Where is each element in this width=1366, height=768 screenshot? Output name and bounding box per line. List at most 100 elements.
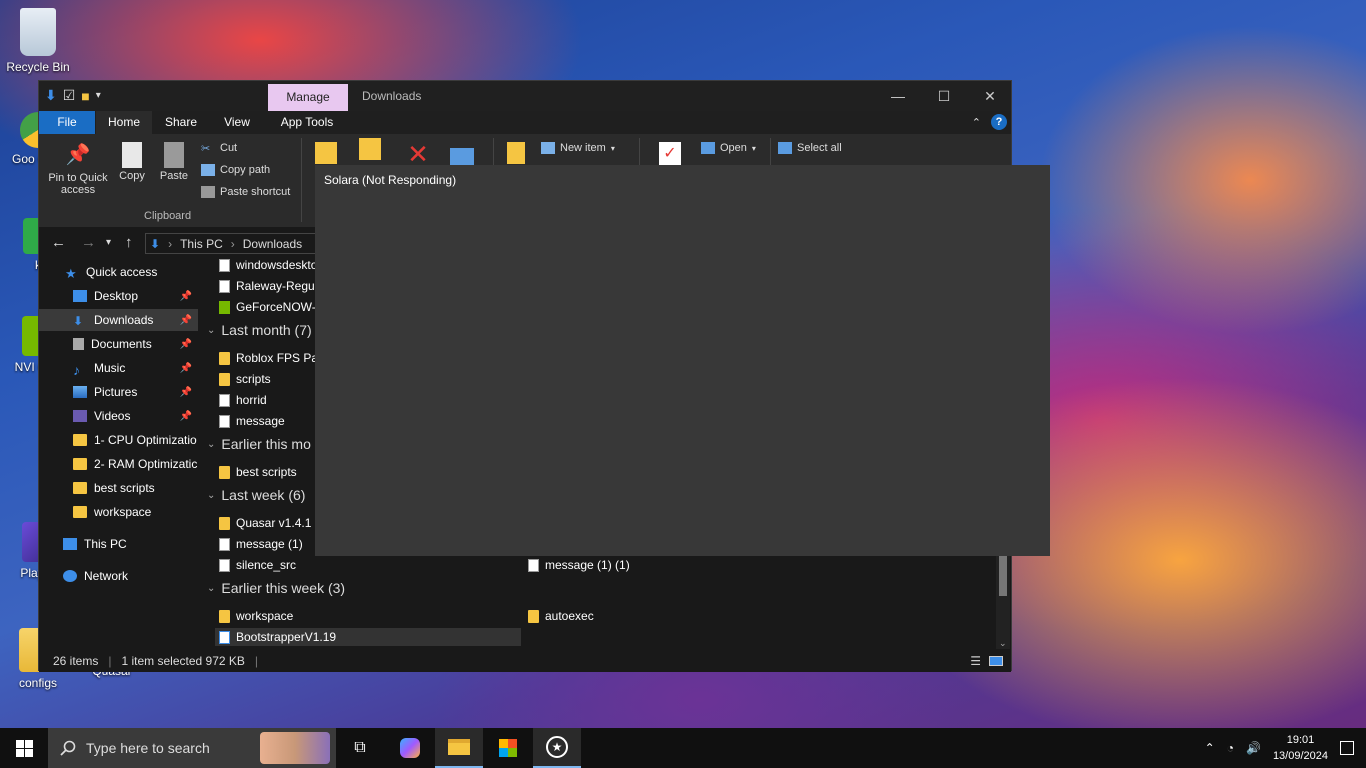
nav-videos[interactable]: Videos 📌 [39,405,198,427]
close-button[interactable]: ✕ [967,85,1013,107]
cut-button[interactable]: ✂ Cut [201,142,237,155]
paste-shortcut-button[interactable]: Paste shortcut [201,186,290,198]
recycle-bin-icon [20,8,56,56]
minimize-button[interactable]: — [875,85,921,107]
details-view-icon[interactable]: ☰ [970,654,981,668]
copilot-button[interactable] [386,728,434,768]
tab-share[interactable]: Share [157,111,205,134]
scroll-thumb[interactable] [999,556,1007,596]
show-hidden-icons-chevron-icon[interactable]: ⌃ [1205,741,1215,755]
nav-cpu-optimization[interactable]: 1- CPU Optimizatio [39,429,198,451]
forward-arrow-icon[interactable]: → [81,234,96,251]
not-responding-window[interactable]: Solara (Not Responding) [315,165,1050,556]
tab-home[interactable]: Home [96,111,152,134]
list-item[interactable]: GeForceNOW-r [219,298,320,316]
list-item[interactable]: workspace [219,607,293,625]
tab-view[interactable]: View [213,111,261,134]
search-placeholder: Type here to search [86,740,210,756]
new-folder-button[interactable] [501,142,531,166]
list-item[interactable]: message (1) [219,535,303,553]
folder-icon [219,609,230,623]
select-all-icon [778,142,792,154]
tab-file[interactable]: File [39,111,95,134]
rename-button[interactable] [447,140,477,168]
up-arrow-icon[interactable]: ↑ [125,234,133,251]
nav-music[interactable]: ♪ Music 📌 [39,357,198,379]
desktop-icon-recycle-bin[interactable]: Recycle Bin [0,8,76,74]
store-button[interactable] [484,728,532,768]
customize-toolbar-icon[interactable]: ▾ [96,90,101,101]
breadcrumb-this-pc[interactable]: This PC [180,237,223,251]
tab-app-tools[interactable]: App Tools [275,111,339,134]
chevron-down-icon: ⌄ [207,489,216,501]
properties-check-icon: ✓ [659,142,681,166]
recent-locations-chevron-icon[interactable]: ▾ [106,237,111,248]
collapse-ribbon-icon[interactable]: ⌃ [972,116,981,129]
task-view-button[interactable]: ⧉ [336,728,384,768]
nav-network[interactable]: Network [39,565,198,587]
chevron-down-icon: ⌄ [207,438,216,450]
nav-ram-optimization[interactable]: 2- RAM Optimizatic [39,453,198,475]
new-folder-icon[interactable]: ■ [81,88,89,104]
list-item[interactable]: Raleway-Regula [219,277,324,295]
ribbon-controls: ⌃ ? [972,114,1007,130]
list-item[interactable]: scripts [219,370,271,388]
select-all-button[interactable]: Select all [778,142,842,154]
folder-icon [73,434,87,446]
nav-quick-access[interactable]: ★ Quick access [39,261,198,283]
move-to-button[interactable] [311,142,341,166]
copy-path-button[interactable]: Copy path [201,164,270,176]
breadcrumb-downloads[interactable]: Downloads [243,237,302,251]
group-header[interactable]: ⌄ Earlier this mo [207,436,311,452]
group-header[interactable]: ⌄ Last week (6) [207,487,305,503]
help-icon[interactable]: ? [991,114,1007,130]
pictures-icon [73,386,87,398]
pin-quick-access-button[interactable]: 📌 Pin to Quick access [45,142,111,196]
pin-icon: 📌 [179,410,192,422]
network-status-icon[interactable]: ◔ [1227,741,1234,755]
list-item[interactable]: windowsdeskto [219,259,317,274]
open-button[interactable]: Open ▾ [701,142,756,154]
large-icons-view-icon[interactable] [989,655,1003,666]
pin-icon: 📌 [179,290,192,302]
folder-icon [73,482,87,494]
group-header[interactable]: ⌄ Earlier this week (3) [207,580,345,596]
list-item[interactable]: autoexec [528,607,594,625]
search-box[interactable]: Type here to search [48,728,336,768]
new-item-button[interactable]: New item ▾ [541,142,615,154]
file-explorer-button[interactable] [435,728,483,768]
solara-button[interactable]: ★ [533,728,581,768]
nav-documents[interactable]: Documents 📌 [39,333,198,355]
nav-best-scripts[interactable]: best scripts [39,477,198,499]
back-arrow-icon[interactable]: ← [51,234,66,251]
list-item[interactable]: message (1) (1) [528,556,630,574]
folder-icon [219,465,230,479]
paste-button[interactable]: Paste [157,142,191,182]
notifications-icon[interactable] [1340,741,1354,755]
list-item[interactable]: Quasar v1.4.1 [219,514,311,532]
list-item[interactable]: BootstrapperV1.19 [215,628,521,646]
nav-this-pc[interactable]: This PC [39,533,198,555]
list-item[interactable]: message [219,412,285,430]
maximize-button[interactable]: ☐ [921,85,967,107]
list-item[interactable]: best scripts [219,463,297,481]
nav-workspace[interactable]: workspace [39,501,198,523]
start-button[interactable] [0,728,48,768]
list-item[interactable]: Roblox FPS Pac [219,349,324,367]
file-icon [219,259,230,272]
list-item[interactable]: silence_src [219,556,296,574]
copy-path-icon [201,164,215,176]
group-header[interactable]: ⌄ Last month (7) [207,322,312,338]
nav-pictures[interactable]: Pictures 📌 [39,381,198,403]
clock[interactable]: 19:01 13/09/2024 [1273,732,1328,764]
copy-button[interactable]: Copy [115,142,149,182]
manage-tab[interactable]: Manage [268,84,348,111]
volume-icon[interactable]: 🔊 [1246,741,1261,755]
nav-desktop[interactable]: Desktop 📌 [39,285,198,307]
nav-downloads[interactable]: ⬇ Downloads 📌 [39,309,198,331]
download-arrow-icon[interactable]: ⬇ [45,87,57,104]
properties-icon[interactable]: ☑ [63,87,76,104]
scroll-down-icon[interactable]: ⌄ [999,638,1007,649]
list-item[interactable]: horrid [219,391,267,409]
copy-to-button[interactable] [355,138,385,162]
